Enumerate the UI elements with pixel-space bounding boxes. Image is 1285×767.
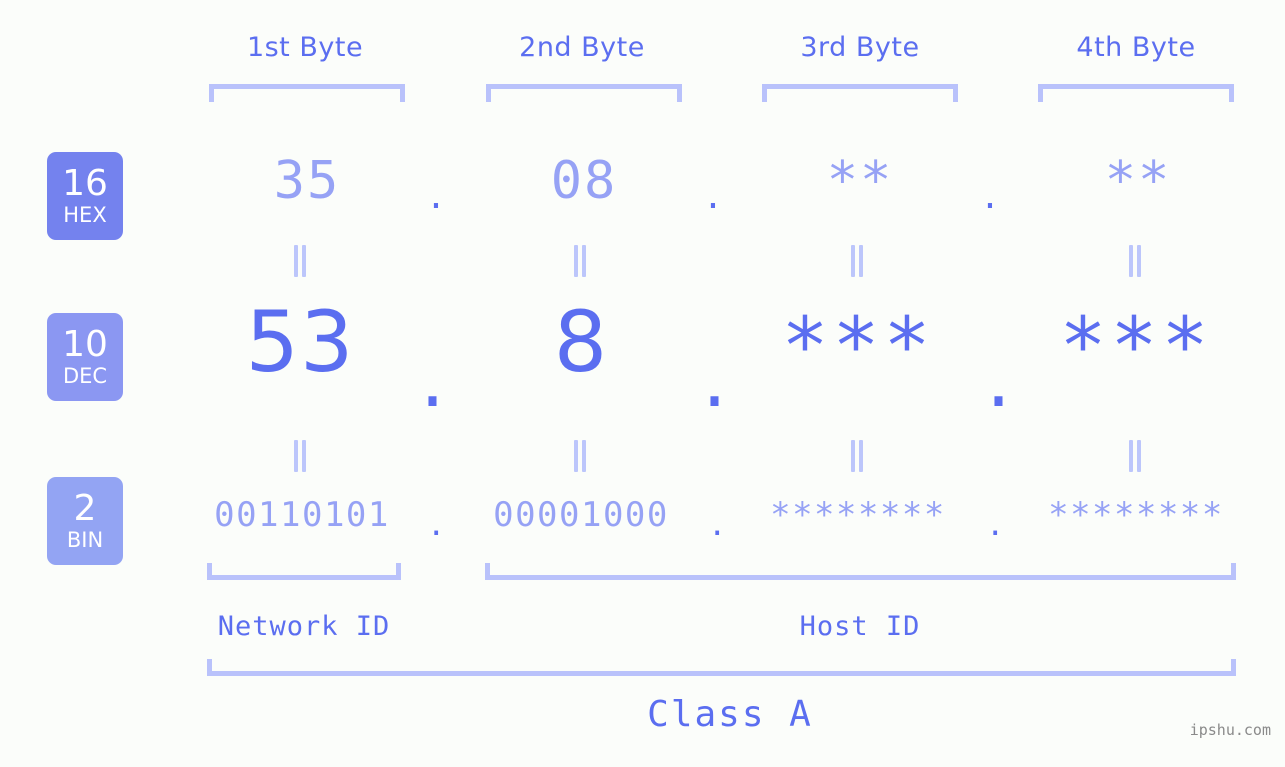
base-badge-bin[interactable]: 2 BIN	[47, 477, 123, 565]
base-badge-bin-number: 2	[73, 488, 97, 529]
base-badge-dec[interactable]: 10 DEC	[47, 313, 123, 401]
base-badge-hex-name: HEX	[63, 203, 107, 227]
bin-separator-2: .	[711, 503, 725, 544]
base-badge-hex[interactable]: 16 HEX	[47, 152, 123, 240]
dec-separator-1: .	[420, 335, 446, 425]
hex-byte-1: 35	[273, 151, 341, 211]
byte-bracket-top-1	[209, 84, 405, 102]
hex-separator-3: .	[983, 172, 999, 218]
class-label: Class A	[647, 694, 813, 735]
dec-byte-3: ***	[781, 302, 935, 392]
byte-header-1: 1st Byte	[246, 32, 364, 63]
dec-separator-2: .	[702, 335, 728, 425]
byte-header-3: 3rd Byte	[800, 32, 920, 63]
byte-bracket-top-3	[762, 84, 958, 102]
class-bracket	[207, 659, 1236, 676]
network-id-label: Network ID	[217, 611, 391, 642]
dec-byte-1: 53	[245, 293, 355, 391]
host-id-label: Host ID	[799, 611, 921, 642]
equals-connector-hex-dec-2	[574, 245, 588, 277]
bin-separator-1: .	[430, 503, 444, 544]
equals-connector-hex-dec-4	[1129, 245, 1143, 277]
base-badge-dec-name: DEC	[62, 364, 108, 388]
dec-byte-4: ***	[1059, 302, 1213, 392]
ip-byte-diagram: 1st Byte 2nd Byte 3rd Byte 4th Byte 16 H…	[0, 0, 1285, 767]
base-badge-bin-name: BIN	[66, 528, 104, 552]
bin-separator-3: .	[989, 503, 1003, 544]
hex-separator-1: .	[429, 172, 445, 218]
equals-connector-dec-bin-2	[574, 440, 588, 472]
equals-connector-dec-bin-3	[851, 440, 865, 472]
dec-separator-3: .	[986, 335, 1012, 425]
equals-connector-hex-dec-3	[851, 245, 865, 277]
hex-byte-4: **	[1104, 151, 1172, 211]
hex-byte-2: 08	[550, 151, 618, 211]
network-id-bracket	[207, 563, 401, 580]
equals-connector-dec-bin-4	[1129, 440, 1143, 472]
bin-byte-4: ********	[1048, 495, 1224, 535]
bin-byte-2: 00001000	[493, 495, 669, 535]
byte-header-4: 4th Byte	[1076, 32, 1196, 63]
bin-byte-1: 00110101	[214, 495, 390, 535]
base-badge-dec-number: 10	[62, 324, 108, 365]
equals-connector-hex-dec-1	[294, 245, 308, 277]
byte-header-2: 2nd Byte	[519, 32, 645, 63]
hex-byte-3: **	[826, 151, 894, 211]
base-badge-hex-number: 16	[62, 163, 108, 204]
bin-byte-3: ********	[770, 495, 946, 535]
host-id-bracket	[485, 563, 1236, 580]
hex-separator-2: .	[706, 172, 722, 218]
dec-byte-2: 8	[553, 293, 609, 391]
site-watermark: ipshu.com	[1189, 721, 1271, 739]
equals-connector-dec-bin-1	[294, 440, 308, 472]
byte-bracket-top-4	[1038, 84, 1234, 102]
byte-bracket-top-2	[486, 84, 682, 102]
